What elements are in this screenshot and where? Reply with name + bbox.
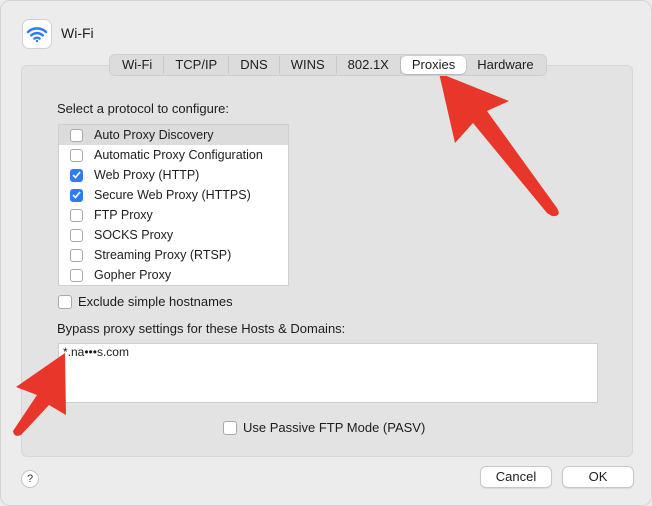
tab-proxies[interactable]: Proxies bbox=[400, 56, 467, 74]
tab-8021x[interactable]: 802.1X bbox=[337, 56, 401, 74]
protocol-item-socks-proxy[interactable]: SOCKS Proxy bbox=[59, 225, 288, 245]
tab-hardware[interactable]: Hardware bbox=[466, 56, 544, 74]
protocol-label: Automatic Proxy Configuration bbox=[94, 148, 263, 162]
protocol-item-auto-proxy-discovery[interactable]: Auto Proxy Discovery bbox=[59, 125, 288, 145]
tab-dns[interactable]: DNS bbox=[229, 56, 280, 74]
passive-ftp-label: Use Passive FTP Mode (PASV) bbox=[243, 420, 426, 435]
protocol-checkbox[interactable] bbox=[70, 268, 83, 282]
exclude-simple-hostnames-label: Exclude simple hostnames bbox=[78, 294, 233, 309]
protocol-item-web-proxy-http[interactable]: Web Proxy (HTTP) bbox=[59, 165, 288, 185]
protocol-item-secure-web-proxy-https[interactable]: Secure Web Proxy (HTTPS) bbox=[59, 185, 288, 205]
protocol-checkbox[interactable] bbox=[70, 128, 83, 142]
help-button[interactable]: ? bbox=[21, 470, 39, 488]
checkmark-icon bbox=[72, 171, 81, 179]
protocol-checkbox[interactable] bbox=[70, 248, 83, 262]
protocol-label: Secure Web Proxy (HTTPS) bbox=[94, 188, 251, 202]
protocol-label: Auto Proxy Discovery bbox=[94, 128, 214, 142]
protocol-checkbox[interactable] bbox=[70, 208, 83, 222]
bypass-hosts-textarea[interactable]: *.na•••s.com bbox=[58, 343, 598, 403]
bypass-label: Bypass proxy settings for these Hosts & … bbox=[57, 321, 346, 336]
protocol-label: SOCKS Proxy bbox=[94, 228, 174, 242]
protocol-checkbox[interactable] bbox=[70, 168, 83, 182]
exclude-simple-hostnames-checkbox[interactable] bbox=[58, 294, 72, 309]
protocol-item-ftp-proxy[interactable]: FTP Proxy bbox=[59, 205, 288, 225]
protocol-checkbox[interactable] bbox=[70, 188, 83, 202]
tab-tcpip[interactable]: TCP/IP bbox=[164, 56, 230, 74]
protocol-item-gopher-proxy[interactable]: Gopher Proxy bbox=[59, 265, 288, 285]
cancel-button[interactable]: Cancel bbox=[480, 466, 552, 488]
ok-button[interactable]: OK bbox=[562, 466, 634, 488]
protocol-label: Streaming Proxy (RTSP) bbox=[94, 248, 232, 262]
network-settings-window: Wi-Fi Wi-Fi TCP/IP DNS WINS 802.1X Proxi… bbox=[0, 0, 652, 506]
exclude-simple-hostnames-row[interactable]: Exclude simple hostnames bbox=[58, 294, 233, 309]
tab-wins[interactable]: WINS bbox=[280, 56, 337, 74]
protocol-label: FTP Proxy bbox=[94, 208, 153, 222]
protocol-item-streaming-proxy-rtsp[interactable]: Streaming Proxy (RTSP) bbox=[59, 245, 288, 265]
passive-ftp-row[interactable]: Use Passive FTP Mode (PASV) bbox=[223, 420, 425, 435]
protocol-label: Gopher Proxy bbox=[94, 268, 172, 282]
tab-wifi[interactable]: Wi-Fi bbox=[111, 56, 165, 74]
protocol-list-label: Select a protocol to configure: bbox=[57, 101, 229, 116]
protocol-item-automatic-proxy-configuration[interactable]: Automatic Proxy Configuration bbox=[59, 145, 288, 165]
tab-bar: Wi-Fi TCP/IP DNS WINS 802.1X Proxies Har… bbox=[109, 54, 547, 76]
checkmark-icon bbox=[72, 191, 81, 199]
passive-ftp-checkbox[interactable] bbox=[223, 420, 237, 435]
protocol-checkbox[interactable] bbox=[70, 228, 83, 242]
protocol-label: Web Proxy (HTTP) bbox=[94, 168, 200, 182]
protocol-checkbox[interactable] bbox=[70, 148, 83, 162]
wifi-icon bbox=[22, 19, 52, 49]
protocol-list: Auto Proxy Discovery Automatic Proxy Con… bbox=[58, 124, 289, 286]
window-title: Wi-Fi bbox=[61, 25, 94, 41]
